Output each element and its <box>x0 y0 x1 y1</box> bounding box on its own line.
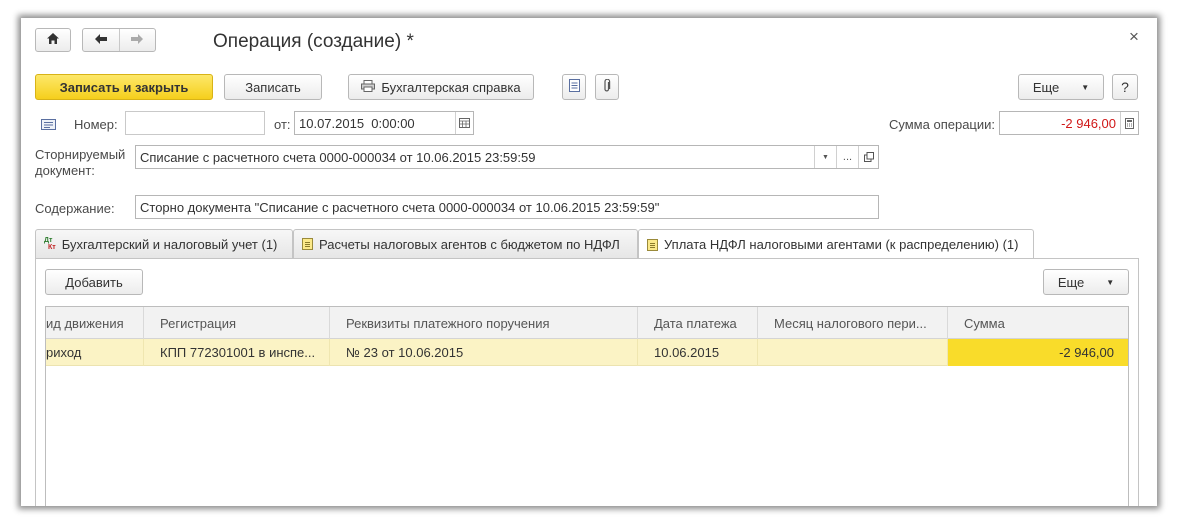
col-header-payment-date[interactable]: Дата платежа <box>638 307 758 339</box>
table-more-button[interactable]: Еще ▼ <box>1043 269 1129 295</box>
payments-table: ид движения Регистрация Реквизиты платеж… <box>45 306 1129 506</box>
paperclip-icon <box>603 78 611 96</box>
tab-tax-agents-settlements-label: Расчеты налоговых агентов с бюджетом по … <box>319 236 620 252</box>
col-header-payment-details[interactable]: Реквизиты платежного поручения <box>330 307 638 339</box>
cell-sum[interactable]: -2 946,00 <box>948 339 1128 366</box>
arrow-left-icon <box>94 33 108 48</box>
date-field[interactable]: 10.07.2015 0:00:00 <box>294 111 474 135</box>
cell-payment-date[interactable]: 10.06.2015 <box>638 339 758 366</box>
chevron-down-icon: ▼ <box>1106 277 1115 287</box>
tab-tax-agents-settlements[interactable]: Расчеты налоговых агентов с бюджетом по … <box>293 229 638 258</box>
date-value: 10.07.2015 0:00:00 <box>299 115 415 131</box>
content-field[interactable]: Сторно документа "Списание с расчетного … <box>135 195 879 219</box>
window-title: Операция (создание) * <box>213 31 414 52</box>
chevron-down-icon: ▼ <box>1081 82 1090 92</box>
table-more-label: Еще <box>1057 274 1085 290</box>
storno-document-field[interactable]: Списание с расчетного счета 0000-000034 … <box>135 145 879 169</box>
home-icon <box>46 32 60 48</box>
storno-document-label-line1: Сторнируемый <box>35 147 126 162</box>
cell-movement[interactable]: риход <box>46 339 144 366</box>
storno-document-label-line2: документ: <box>35 163 95 178</box>
attach-files-button[interactable] <box>595 74 619 100</box>
home-button[interactable] <box>35 28 71 52</box>
accounting-report-label: Бухгалтерская справка <box>381 79 521 95</box>
tab-ndfl-payment[interactable]: Уплата НДФЛ налоговыми агентами (к распр… <box>638 229 1034 259</box>
cell-registration[interactable]: КПП 772301001 в инспе... <box>144 339 330 366</box>
history-nav <box>82 28 156 52</box>
col-header-tax-period-month[interactable]: Месяц налогового пери... <box>758 307 948 339</box>
date-label: от: <box>274 117 291 132</box>
content-label: Содержание: <box>35 201 115 216</box>
dropdown-arrow-icon[interactable]: ▼ <box>814 146 836 168</box>
operation-sum-label: Сумма операции: <box>889 117 995 132</box>
number-label: Номер: <box>74 117 118 132</box>
col-header-registration[interactable]: Регистрация <box>144 307 330 339</box>
more-actions-button[interactable]: Еще ▼ <box>1018 74 1104 100</box>
document-icon <box>302 238 313 250</box>
number-field[interactable] <box>125 111 265 135</box>
select-ellipsis-button[interactable]: ... <box>836 146 858 168</box>
col-header-movement[interactable]: ид движения <box>46 307 144 339</box>
save-and-close-button[interactable]: Записать и закрыть <box>35 74 213 100</box>
list-icon[interactable] <box>41 118 56 133</box>
printer-icon <box>361 79 376 95</box>
document-structure-button[interactable] <box>562 74 586 100</box>
back-button[interactable] <box>83 29 120 51</box>
calculator-icon[interactable] <box>1120 112 1138 134</box>
add-row-button[interactable]: Добавить <box>45 269 143 295</box>
document-icon <box>647 238 658 251</box>
operation-window: Операция (создание) * × Записать и закры… <box>21 18 1157 506</box>
operation-sum-value: -2 946,00 <box>1061 115 1116 131</box>
arrow-right-icon <box>130 33 144 48</box>
dt-kt-icon: Дт Кт <box>44 237 56 251</box>
tab-accounting-tax-label: Бухгалтерский и налоговый учет (1) <box>61 236 278 252</box>
cell-payment-details[interactable]: № 23 от 10.06.2015 <box>330 339 638 366</box>
tab-accounting-tax[interactable]: Дт Кт Бухгалтерский и налоговый учет (1) <box>35 229 293 258</box>
save-button[interactable]: Записать <box>224 74 322 100</box>
help-button[interactable]: ? <box>1112 74 1138 100</box>
tab-ndfl-payment-label: Уплата НДФЛ налоговыми агентами (к распр… <box>664 237 1019 252</box>
col-header-sum[interactable]: Сумма <box>948 307 1128 339</box>
accounting-report-button[interactable]: Бухгалтерская справка <box>348 74 534 100</box>
document-list-icon <box>568 79 580 95</box>
more-actions-label: Еще <box>1032 79 1060 95</box>
cell-tax-period-month[interactable] <box>758 339 948 366</box>
storno-document-value: Списание с расчетного счета 0000-000034 … <box>140 149 536 165</box>
calendar-icon[interactable] <box>455 112 473 134</box>
open-document-icon[interactable] <box>858 146 878 168</box>
close-icon[interactable]: × <box>1129 27 1139 47</box>
operation-sum-field[interactable]: -2 946,00 <box>999 111 1139 135</box>
forward-button[interactable] <box>120 29 156 51</box>
